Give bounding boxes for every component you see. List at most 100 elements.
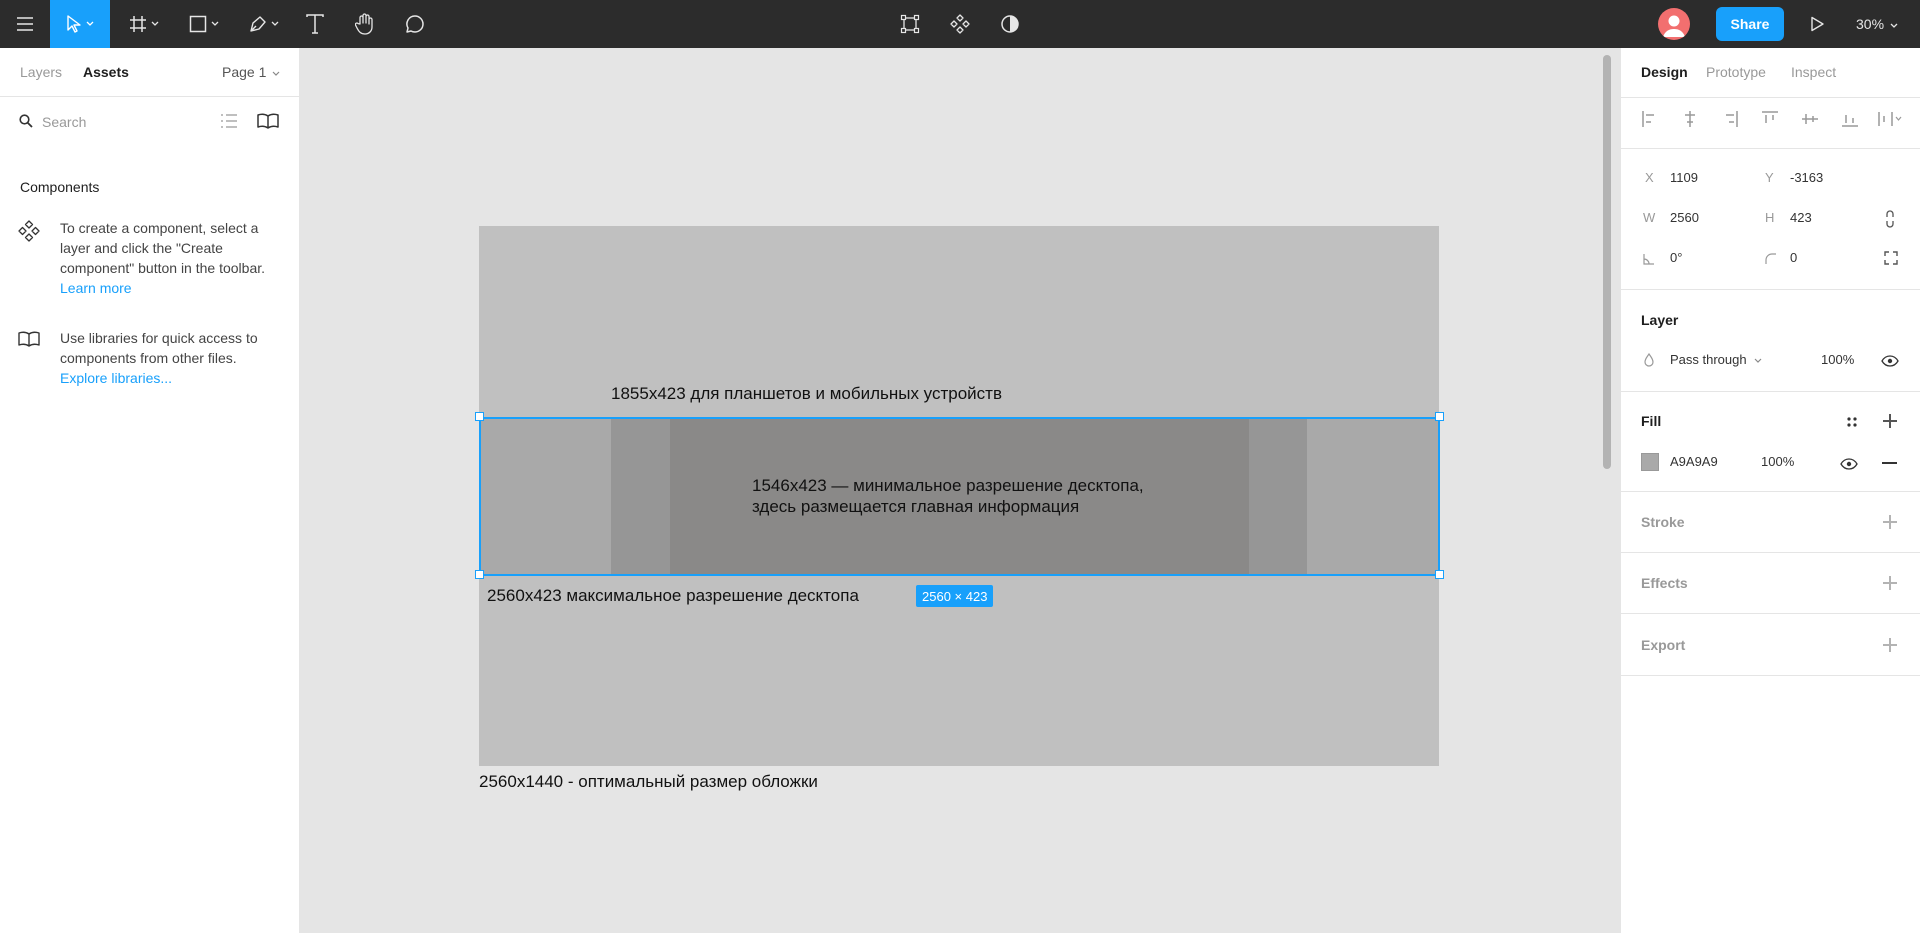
canvas[interactable]: 1855x423 для планшетов и мобильных устро… <box>300 48 1620 933</box>
fill-color-swatch[interactable] <box>1641 453 1659 471</box>
rotation-input[interactable]: 0° <box>1670 250 1682 265</box>
edit-object-icon <box>900 14 920 34</box>
size-badge: 2560 × 423 <box>916 585 994 607</box>
divider <box>1621 613 1920 614</box>
component-icon <box>950 14 970 34</box>
comment-tool-button[interactable] <box>400 0 430 48</box>
add-stroke-button[interactable] <box>1882 514 1898 530</box>
blend-drop-icon <box>1643 352 1655 372</box>
cover-label: 2560x1440 - оптимальный размер обложки <box>479 772 818 791</box>
distribute-icon[interactable] <box>1877 110 1903 133</box>
pen-tool-button[interactable] <box>240 0 288 48</box>
fill-hex-input[interactable]: A9A9A9 <box>1670 454 1718 469</box>
zoom-menu[interactable]: 30% <box>1856 0 1898 48</box>
divider <box>1621 675 1920 676</box>
resize-handle-top-right[interactable] <box>1435 412 1444 421</box>
resize-handle-top-left[interactable] <box>475 412 484 421</box>
layer-section-title: Layer <box>1641 312 1679 328</box>
constrain-proportions-icon[interactable] <box>1884 210 1896 233</box>
library-icon[interactable] <box>257 113 279 134</box>
user-avatar[interactable] <box>1658 8 1690 40</box>
chevron-down-icon <box>211 21 219 27</box>
align-left-icon[interactable] <box>1641 110 1659 133</box>
align-horizontal-center-icon[interactable] <box>1681 110 1699 133</box>
align-top-icon[interactable] <box>1761 110 1779 133</box>
create-component-button[interactable] <box>947 0 973 48</box>
fill-section-title: Fill <box>1641 413 1662 429</box>
selection-outline <box>479 417 1440 576</box>
h-input[interactable]: 423 <box>1790 210 1812 225</box>
layer-opacity-input[interactable]: 100% <box>1821 352 1854 367</box>
list-view-icon[interactable] <box>220 113 238 134</box>
learn-more-link[interactable]: Learn more <box>60 280 132 296</box>
text-tool-button[interactable] <box>300 0 330 48</box>
library-hint: Use libraries for quick access to compon… <box>60 328 282 388</box>
share-button[interactable]: Share <box>1716 7 1784 41</box>
w-input[interactable]: 2560 <box>1670 210 1699 225</box>
x-input[interactable]: 1109 <box>1670 170 1698 185</box>
tablet-label: 1855x423 для планшетов и мобильных устро… <box>611 384 1002 403</box>
resize-handle-bottom-left[interactable] <box>475 570 484 579</box>
fill-visibility-eye-icon[interactable] <box>1840 457 1858 475</box>
page-selector[interactable]: Page 1 <box>222 64 280 80</box>
move-tool-button[interactable] <box>50 0 110 48</box>
search-icon <box>19 114 33 133</box>
tab-design[interactable]: Design <box>1641 64 1688 80</box>
add-export-button[interactable] <box>1882 637 1898 653</box>
search-input[interactable] <box>42 112 202 132</box>
h-label: H <box>1765 210 1775 225</box>
y-input[interactable]: -3163 <box>1790 170 1823 185</box>
text-icon <box>306 14 324 34</box>
asset-search <box>0 98 300 146</box>
hand-tool-button[interactable] <box>350 0 380 48</box>
align-right-icon[interactable] <box>1721 110 1739 133</box>
shape-tool-button[interactable] <box>180 0 228 48</box>
desktop-max-label: 2560x423 максимальное разрешение десктоп… <box>487 586 859 605</box>
play-icon <box>1810 16 1824 32</box>
visibility-eye-icon[interactable] <box>1881 354 1899 372</box>
independent-corners-icon[interactable] <box>1884 251 1898 270</box>
pen-icon <box>249 15 267 33</box>
chevron-down-icon <box>271 21 279 27</box>
chevron-down-icon <box>86 21 94 27</box>
corner-radius-icon <box>1765 252 1777 270</box>
edit-object-button[interactable] <box>897 0 923 48</box>
align-vertical-center-icon[interactable] <box>1801 110 1819 133</box>
add-effect-button[interactable] <box>1882 575 1898 591</box>
tab-prototype[interactable]: Prototype <box>1706 64 1766 80</box>
stroke-section-title: Stroke <box>1641 514 1685 530</box>
style-grid-icon[interactable] <box>1845 415 1859 434</box>
component-hint-text: To create a component, select a layer an… <box>60 220 266 276</box>
divider <box>1621 491 1920 492</box>
present-button[interactable] <box>1804 0 1830 48</box>
divider <box>1621 148 1920 149</box>
effects-section-title: Effects <box>1641 575 1688 591</box>
main-menu-button[interactable] <box>8 0 42 48</box>
page-name: Page 1 <box>222 64 267 80</box>
corner-radius-input[interactable]: 0 <box>1790 250 1797 265</box>
fill-opacity-input[interactable]: 100% <box>1761 454 1794 469</box>
w-label: W <box>1643 210 1656 225</box>
tab-assets[interactable]: Assets <box>83 64 129 80</box>
frame-tool-button[interactable] <box>120 0 168 48</box>
cursor-icon <box>66 15 82 33</box>
export-section-title: Export <box>1641 637 1686 653</box>
hamburger-icon <box>17 17 33 31</box>
library-hint-text: Use libraries for quick access to compon… <box>60 330 258 366</box>
divider <box>1621 391 1920 392</box>
mask-button[interactable] <box>997 0 1023 48</box>
resize-handle-bottom-right[interactable] <box>1435 570 1444 579</box>
alignment-bar <box>1621 98 1920 146</box>
top-toolbar: Share 30% <box>0 0 1920 48</box>
contrast-icon <box>1000 14 1020 34</box>
library-icon <box>18 331 40 352</box>
vertical-scrollbar[interactable] <box>1603 55 1611 469</box>
remove-fill-button[interactable] <box>1882 462 1897 464</box>
tab-inspect[interactable]: Inspect <box>1791 64 1836 80</box>
align-bottom-icon[interactable] <box>1841 110 1859 133</box>
explore-libraries-link[interactable]: Explore libraries... <box>60 370 172 386</box>
blend-mode-select[interactable]: Pass through <box>1670 352 1762 367</box>
add-fill-button[interactable] <box>1882 413 1898 429</box>
components-title: Components <box>20 179 100 195</box>
tab-layers[interactable]: Layers <box>20 64 62 80</box>
